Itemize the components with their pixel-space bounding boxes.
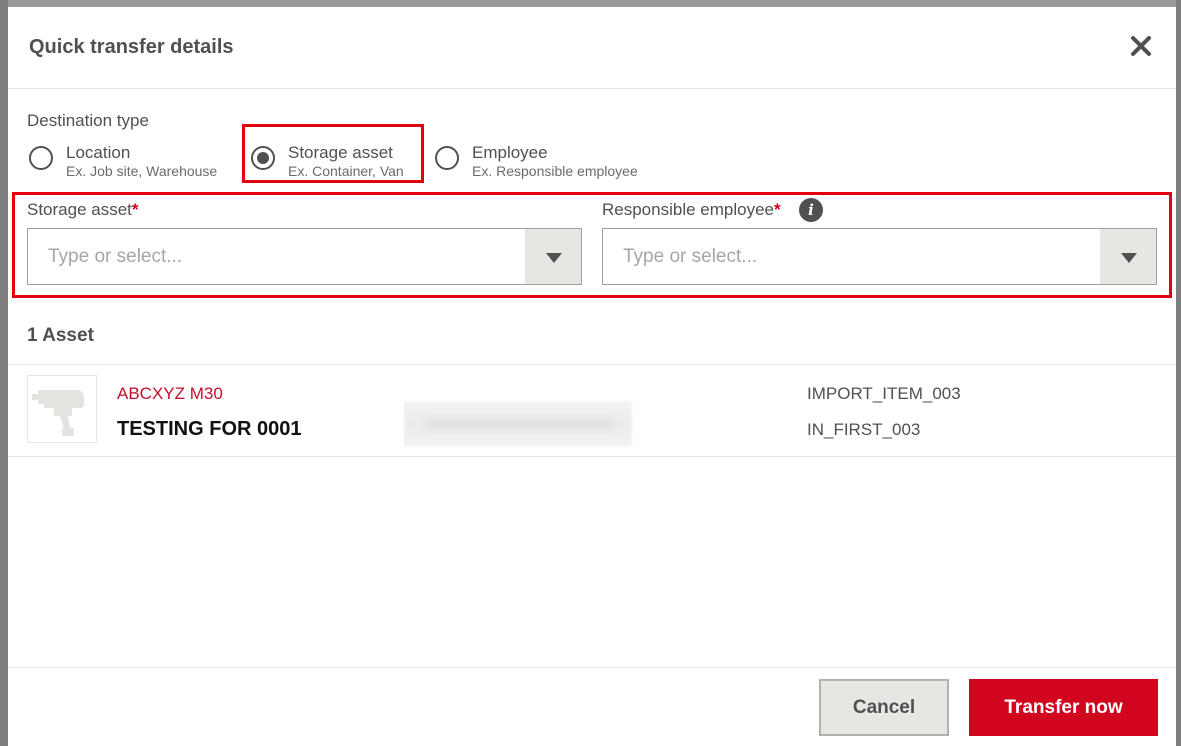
redacted-area <box>404 401 632 447</box>
asset-count-heading: 1 Asset <box>27 325 94 346</box>
storage-asset-field-label: Storage asset* <box>27 200 139 220</box>
asset-thumbnail <box>27 375 97 443</box>
required-marker: * <box>131 200 139 219</box>
transfer-now-button[interactable]: Transfer now <box>969 679 1158 736</box>
close-icon <box>1131 36 1151 56</box>
responsible-employee-field-label: Responsible employee* <box>602 200 781 220</box>
responsible-employee-dropdown-button[interactable] <box>1100 229 1156 284</box>
info-icon[interactable]: i <box>799 198 823 222</box>
radio-location-circle[interactable] <box>29 146 53 170</box>
asset-list-item: ABCXYZ M30 TESTING FOR 0001 IMPORT_ITEM_… <box>8 365 1176 457</box>
radio-location-hint: Ex. Job site, Warehouse <box>66 163 218 179</box>
close-button[interactable] <box>1128 33 1154 59</box>
radio-employee[interactable]: Employee Ex. Responsible employee <box>435 142 665 182</box>
cancel-button[interactable]: Cancel <box>819 679 949 736</box>
modal-footer: Cancel Transfer now <box>8 667 1176 746</box>
asset-meta-secondary: IN_FIRST_003 <box>807 420 921 439</box>
quick-transfer-modal: Quick transfer details Destination type … <box>8 7 1176 746</box>
storage-asset-dropdown-button[interactable] <box>525 229 581 284</box>
power-drill-icon <box>32 390 84 436</box>
radio-location-label: Location <box>66 143 131 162</box>
responsible-employee-combobox[interactable] <box>602 228 1157 285</box>
backdrop-edge-left <box>0 0 8 746</box>
storage-asset-combobox[interactable] <box>27 228 582 285</box>
highlight-storage-asset-option <box>242 124 424 183</box>
chevron-down-icon <box>546 253 562 263</box>
storage-asset-input[interactable] <box>28 229 524 284</box>
destination-type-label: Destination type <box>27 111 149 130</box>
responsible-employee-label-text: Responsible employee <box>602 200 774 219</box>
radio-employee-hint: Ex. Responsible employee <box>472 163 638 179</box>
required-marker: * <box>774 200 781 219</box>
responsible-employee-input[interactable] <box>603 229 1099 284</box>
modal-header: Quick transfer details <box>8 7 1176 89</box>
modal-title: Quick transfer details <box>29 36 234 58</box>
radio-location[interactable]: Location Ex. Job site, Warehouse <box>29 142 239 182</box>
backdrop-edge-right <box>1176 0 1181 746</box>
asset-code-link[interactable]: ABCXYZ M30 <box>117 384 223 404</box>
asset-meta-primary: IMPORT_ITEM_003 <box>807 384 961 403</box>
storage-asset-label-text: Storage asset <box>27 200 132 219</box>
radio-employee-circle[interactable] <box>435 146 459 170</box>
radio-employee-label: Employee <box>472 143 548 162</box>
asset-name: TESTING FOR 0001 <box>117 418 302 440</box>
chevron-down-icon <box>1121 253 1137 263</box>
